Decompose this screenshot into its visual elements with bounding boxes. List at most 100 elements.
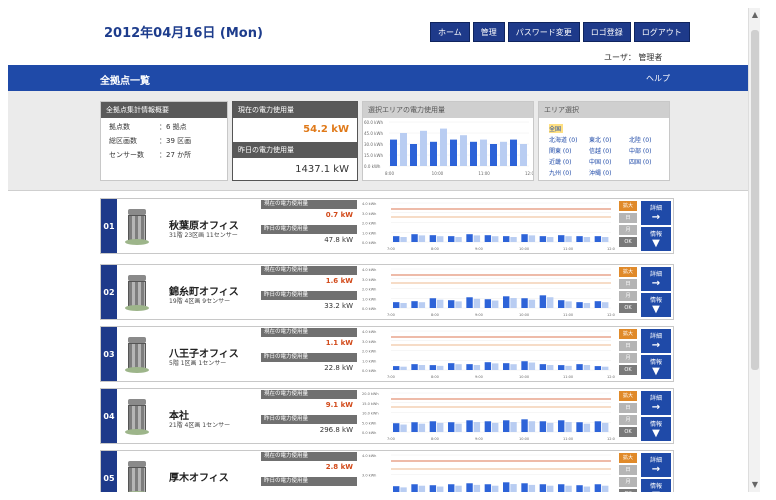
- y-tick-label: 15.0 kWh: [362, 402, 379, 406]
- x-tick-label: 8:00: [431, 313, 439, 317]
- nav-home-button[interactable]: ホーム: [430, 22, 470, 42]
- area-item[interactable]: 中国 (0): [589, 157, 623, 166]
- month-button[interactable]: 月: [619, 225, 637, 235]
- ok-button[interactable]: OK: [619, 365, 637, 375]
- zoom-button[interactable]: 拡大: [619, 201, 637, 211]
- ok-button[interactable]: OK: [619, 237, 637, 247]
- nav-logo-button[interactable]: ロゴ登録: [582, 22, 631, 42]
- prev-usage-label: 昨日の電力使用量: [261, 225, 357, 234]
- building-icon: [125, 399, 149, 435]
- area-usage-bar: [480, 139, 487, 166]
- month-button[interactable]: 月: [619, 291, 637, 301]
- office-card[interactable]: 02 錦糸町オフィス 19階 4区画 9センサー 現在の電力使用量 1.6 kW…: [100, 264, 674, 320]
- y-tick-label: 2.0 kWh: [362, 222, 376, 226]
- prev-usage-bar: [547, 365, 554, 370]
- office-card[interactable]: 01 秋葉原オフィス 31階 23区画 11センサー 現在の電力使用量 0.7 …: [100, 198, 674, 254]
- usage-bar: [393, 366, 400, 370]
- office-card[interactable]: 04 本社 21階 4区画 1センサー 現在の電力使用量 9.1 kW 昨日の電…: [100, 388, 674, 444]
- x-tick-label: 7:00: [387, 247, 395, 251]
- info-button[interactable]: 情報▼: [641, 479, 671, 492]
- scroll-up-icon[interactable]: ▲: [750, 10, 760, 20]
- x-tick-label: 9:00: [475, 313, 483, 317]
- day-button[interactable]: 日: [619, 465, 637, 475]
- month-button[interactable]: 月: [619, 477, 637, 487]
- prev-usage-bar: [528, 484, 536, 492]
- prev-usage-bar: [565, 365, 572, 370]
- current-usage-value: 0.7 kW: [325, 211, 353, 219]
- x-tick-label: 7:00: [387, 313, 395, 317]
- ok-button[interactable]: OK: [619, 489, 637, 492]
- area-item[interactable]: 近畿 (0): [549, 157, 583, 166]
- detail-button[interactable]: 詳細 →: [641, 329, 671, 353]
- area-item[interactable]: 北陸 (0): [629, 135, 663, 144]
- office-usage-chart: 4.0 kWh 3.0 kWh 2.0 kWh 1.0 kWh 0.0 kWh 7:00 8…: [362, 330, 615, 379]
- prev-usage-bar: [510, 422, 517, 432]
- day-button[interactable]: 日: [619, 403, 637, 413]
- info-button[interactable]: 情報▼: [641, 417, 671, 441]
- current-date: 2012年04月16日 (Mon): [104, 26, 263, 41]
- detail-button[interactable]: 詳細 →: [641, 453, 671, 477]
- y-tick-label: 10.0 kWh: [362, 412, 379, 416]
- zoom-button[interactable]: 拡大: [619, 391, 637, 401]
- prev-usage-bar: [418, 485, 426, 492]
- area-item[interactable]: 沖縄 (0): [589, 168, 623, 177]
- office-card[interactable]: 03 八王子オフィス 5階 1区画 1センサー 現在の電力使用量 1.1 kW …: [100, 326, 674, 382]
- x-tick-label: 10:00: [519, 247, 529, 251]
- prev-usage-bar: [473, 298, 481, 308]
- area-item[interactable]: 関東 (0): [549, 146, 583, 155]
- office-subinfo: 21階 4区画 1センサー: [169, 422, 231, 429]
- area-item[interactable]: 北海道 (0): [549, 135, 583, 144]
- ok-button[interactable]: OK: [619, 427, 637, 437]
- scroll-thumb[interactable]: [751, 30, 759, 370]
- zoom-button[interactable]: 拡大: [619, 329, 637, 339]
- chart-controls: 拡大 日 月 OK: [619, 391, 637, 441]
- detail-button[interactable]: 詳細 →: [641, 267, 671, 291]
- area-usage-bar: [470, 141, 477, 166]
- x-tick-label: 10:00: [432, 171, 444, 176]
- area-item[interactable]: 四国 (0): [629, 157, 663, 166]
- arrow-down-icon: ▼: [652, 238, 660, 249]
- info-button[interactable]: 情報▼: [641, 227, 671, 251]
- detail-button[interactable]: 詳細 →: [641, 391, 671, 415]
- ok-button[interactable]: OK: [619, 303, 637, 313]
- area-item[interactable]: 信越 (0): [589, 146, 623, 155]
- current-usage-value: 54.2 kW: [303, 124, 349, 135]
- y-tick-label: 0.0 kWh: [362, 241, 376, 245]
- zoom-button[interactable]: 拡大: [619, 267, 637, 277]
- prev-usage-bar: [528, 421, 536, 432]
- day-button[interactable]: 日: [619, 279, 637, 289]
- area-item[interactable]: 中部 (0): [629, 146, 663, 155]
- info-button[interactable]: 情報▼: [641, 293, 671, 317]
- y-tick-label: 0.0 kWh: [362, 369, 376, 373]
- usage-bar: [576, 364, 583, 370]
- scrollbar[interactable]: ▲ ▼: [748, 8, 760, 492]
- area-item[interactable]: 九州 (0): [549, 168, 583, 177]
- prev-usage-bar: [510, 298, 517, 308]
- month-button[interactable]: 月: [619, 353, 637, 363]
- month-button[interactable]: 月: [619, 415, 637, 425]
- info-button[interactable]: 情報▼: [641, 355, 671, 379]
- day-button[interactable]: 日: [619, 341, 637, 351]
- area-item[interactable]: 東北 (0): [589, 135, 623, 144]
- current-usage-value: 9.1 kW: [325, 401, 353, 409]
- prev-usage-bar: [510, 484, 517, 492]
- usage-bar: [429, 298, 437, 308]
- area-all[interactable]: 全国: [549, 124, 563, 133]
- nav-logout-button[interactable]: ログアウト: [633, 22, 690, 42]
- detail-button[interactable]: 詳細 →: [641, 201, 671, 225]
- stat-row: 拠点数 ：6 拠点: [109, 123, 187, 131]
- day-button[interactable]: 日: [619, 213, 637, 223]
- prev-usage-bar: [565, 236, 572, 242]
- nav-password-button[interactable]: パスワード変更: [507, 22, 580, 42]
- office-card[interactable]: 05 厚木オフィス 現在の電力使用量 2.8 kW 昨日の電力使用量 4.0 k…: [100, 450, 674, 492]
- prev-usage-bar: [473, 365, 481, 370]
- usage-box: 現在の電力使用量 54.2 kW 昨日の電力使用量 1437.1 kW: [232, 101, 358, 181]
- scroll-down-icon[interactable]: ▼: [750, 480, 760, 490]
- usage-bar: [429, 421, 437, 432]
- office-metrics: 現在の電力使用量 1.6 kW 昨日の電力使用量 33.2 kW: [261, 266, 357, 318]
- zoom-button[interactable]: 拡大: [619, 453, 637, 463]
- usage-bar: [558, 420, 565, 432]
- x-tick-label: 10:00: [519, 313, 529, 317]
- nav-admin-button[interactable]: 管理: [472, 22, 505, 42]
- help-link[interactable]: ヘルプ: [646, 73, 670, 84]
